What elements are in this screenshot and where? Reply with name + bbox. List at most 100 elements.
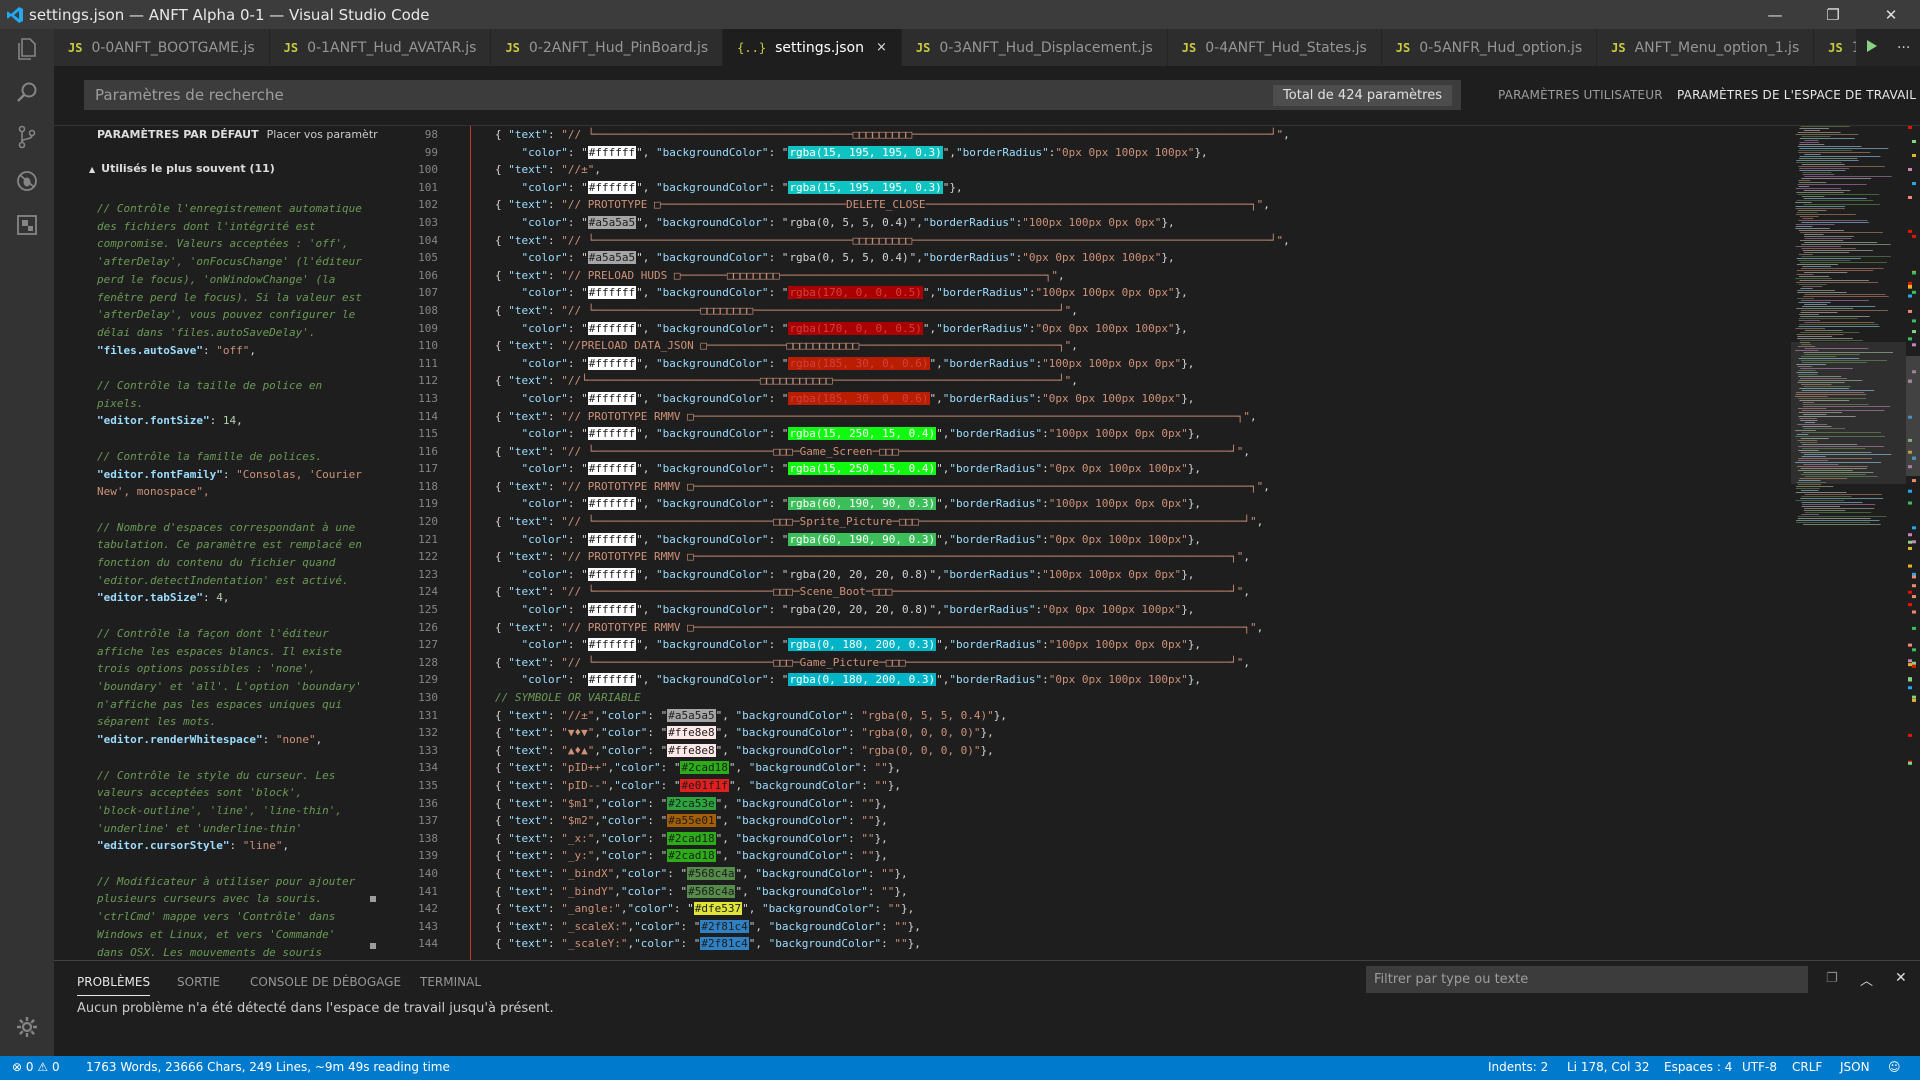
color-swatch: rgba(15, 195, 195, 0.3)	[788, 145, 943, 159]
explorer-icon[interactable]	[11, 33, 43, 65]
problems-status[interactable]: ⊗ 0 ⚠ 0	[12, 1060, 60, 1074]
run-icon[interactable]	[1866, 38, 1878, 57]
left-code-line: délai dans 'files.autoSaveDelay'.	[97, 324, 372, 342]
code-token: ",	[715, 796, 736, 810]
code-token: : "	[768, 251, 789, 265]
minimap-viewport[interactable]	[1791, 342, 1906, 484]
minimap-line	[1802, 218, 1814, 219]
most-used-group[interactable]: ▲ Utilisés le plus souvent (11)	[89, 162, 275, 175]
scrollbar-marker	[1908, 126, 1912, 129]
collapse-all-icon[interactable]: ❐	[1826, 971, 1838, 986]
line-number: 131	[418, 708, 438, 722]
code-token: :	[1042, 427, 1049, 441]
tab-2[interactable]: JS 0-2ANFT_Hud_PinBoard.js	[491, 29, 724, 66]
code-token: : "	[667, 866, 688, 880]
code-token: : "	[567, 532, 588, 546]
close-window-icon[interactable]: ✕	[1862, 0, 1920, 29]
code-token: "text"	[508, 444, 548, 458]
panel-tab-problems[interactable]: PROBLÈMES	[77, 975, 151, 996]
tab-workspace-settings[interactable]: PARAMÈTRES DE L'ESPACE DE TRAVAIL	[1677, 88, 1916, 102]
code-token: ,	[249, 343, 256, 357]
code-token: },	[1161, 251, 1175, 265]
tab-5[interactable]: JS 0-4ANFT_Hud_States.js	[1167, 29, 1382, 66]
tab-4[interactable]: JS 0-3ANFT_Hud_Displacement.js	[901, 29, 1168, 66]
problems-filter-input[interactable]: Filtrer par type ou texte	[1366, 966, 1808, 993]
code-line: { "text": "// └─────────────────────────…	[495, 443, 1290, 461]
code-token: "$m2"	[561, 814, 595, 828]
maximize-panel-icon[interactable]: ︿	[1860, 970, 1873, 989]
word-count-status[interactable]: 1763 Words, 23666 Chars, 249 Lines, ~9m …	[86, 1060, 450, 1074]
extensions-icon[interactable]	[11, 209, 43, 241]
minimap-line	[1796, 486, 1834, 487]
debug-icon[interactable]	[11, 165, 43, 197]
code-token: "color"	[601, 849, 648, 863]
scrollbar-marker	[1908, 489, 1912, 493]
code-token: "pID++"	[561, 761, 608, 775]
tab-7[interactable]: JS ANFT_Menu_option_1.js	[1597, 29, 1815, 66]
code-token: ",	[636, 567, 656, 581]
scrollbar-marker	[1908, 733, 1912, 737]
tab-6[interactable]: JS 0-5ANFR_Hud_option.js	[1381, 29, 1598, 66]
close-panel-icon[interactable]: ✕	[1895, 970, 1907, 986]
color-swatch: #2ca53e	[667, 796, 716, 810]
code-token: {	[495, 374, 509, 388]
minimize-icon[interactable]: —	[1746, 0, 1804, 29]
code-token: :	[848, 708, 862, 722]
code-line: { "text": "_y:","color": "#2cad18", "bac…	[495, 847, 1290, 865]
panel-tab-output[interactable]: SORTIE	[177, 975, 220, 989]
code-line: { "text": "// PROTOTYPE RMMV □──────────…	[495, 619, 1290, 637]
code-token: "// └───────────────────────────□□□─Game…	[561, 444, 1244, 458]
left-code-line: n'affiche pas les espaces uniques qui	[97, 696, 372, 714]
code-token: "color"	[521, 391, 568, 405]
cursor-position-status[interactable]: Li 178, Col 32	[1567, 1060, 1650, 1074]
restore-icon[interactable]: ❐	[1804, 0, 1862, 29]
line-number: 112	[418, 374, 438, 388]
left-code-line: des fichiers dont l'intégrité est	[97, 218, 372, 236]
feedback-smiley-icon[interactable]: ☺	[1888, 1060, 1901, 1074]
code-token: {	[495, 233, 509, 247]
eol-status[interactable]: CRLF	[1792, 1060, 1822, 1074]
vertical-scrollbar[interactable]	[1906, 126, 1920, 960]
code-token: : "	[768, 497, 789, 511]
minimap-line	[1804, 512, 1872, 513]
indents-status[interactable]: Indents: 2	[1488, 1060, 1548, 1074]
code-token: 'afterDelay', vous pouvez configurer le	[97, 308, 356, 322]
color-swatch: #ffffff	[587, 391, 637, 405]
minimap-line	[1798, 150, 1853, 151]
code-token: "color"	[634, 937, 681, 951]
source-control-icon[interactable]	[11, 121, 43, 153]
tab-0[interactable]: JS 0-0ANFT_BOOTGAME.js	[54, 29, 270, 66]
spaces-status[interactable]: Espaces : 4	[1664, 1060, 1732, 1074]
pane-splitter[interactable]	[370, 126, 376, 960]
scrollbar-marker	[1908, 281, 1912, 285]
line-number: 132	[418, 726, 438, 740]
tab-1[interactable]: JS 0-1ANFT_Hud_AVATAR.js	[269, 29, 492, 66]
minimap-line	[1803, 272, 1848, 273]
panel-tab-terminal[interactable]: TERMINAL	[420, 975, 481, 989]
tab-close-icon[interactable]: ×	[876, 40, 887, 55]
code-token: ",	[742, 902, 762, 916]
minimap-line	[1795, 134, 1859, 135]
panel-tab-debug-console[interactable]: CONSOLE DE DÉBOGAGE	[250, 975, 401, 989]
tab-user-settings[interactable]: PARAMÈTRES UTILISATEUR	[1498, 88, 1663, 102]
minimap-line	[1804, 508, 1875, 509]
minimap[interactable]	[1791, 126, 1906, 960]
language-status[interactable]: JSON	[1840, 1060, 1870, 1074]
more-actions-icon[interactable]: ···	[1897, 40, 1910, 56]
default-settings-code: // Contrôle l'enregistrement automatique…	[97, 200, 372, 960]
settings-gear-icon[interactable]	[11, 1011, 43, 1043]
code-token: },	[874, 796, 888, 810]
code-token: },	[1187, 638, 1202, 652]
encoding-status[interactable]: UTF-8	[1742, 1060, 1777, 1074]
search-icon[interactable]	[11, 77, 43, 109]
code-token: : "	[567, 391, 588, 405]
tab-3[interactable]: {..} settings.json ×	[723, 29, 902, 66]
settings-search-input[interactable]: Paramètres de recherche Total de 424 par…	[84, 80, 1461, 110]
scrollbar-thumb[interactable]	[1906, 356, 1920, 476]
problems-message: Aucun problème n'a été détecté dans l'es…	[77, 1001, 554, 1016]
code-token: :	[848, 831, 862, 845]
settings-json-editor[interactable]: 98 99 100 101 102 103 104 105 106 107 108 109 110 111…	[378, 126, 1791, 960]
code-token: ",	[715, 743, 736, 757]
